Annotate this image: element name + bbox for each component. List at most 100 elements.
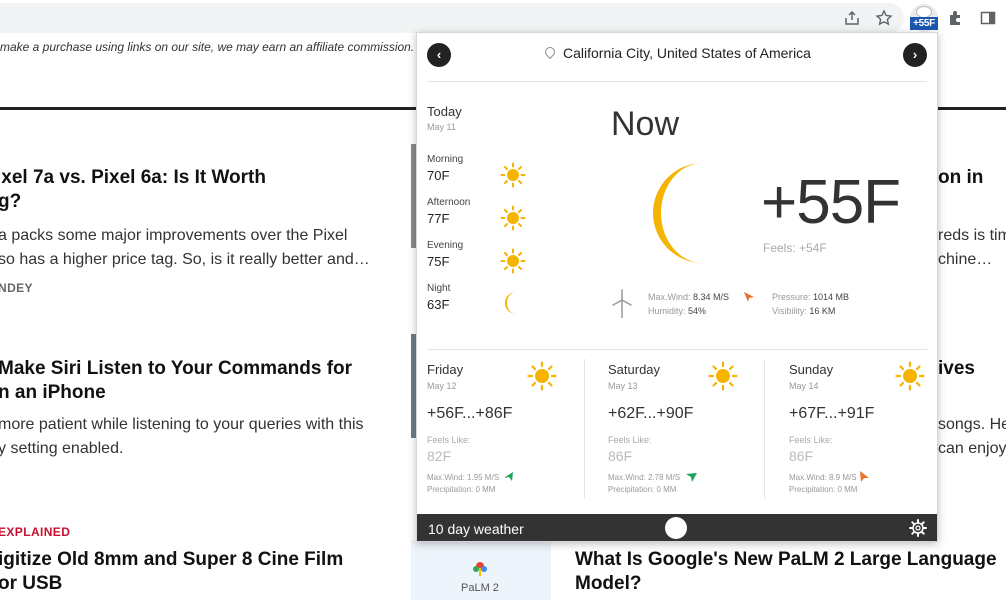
day-separator [584,359,585,499]
article-title-fragment[interactable]: ives [938,357,975,381]
location-header: California City, United States of Americ… [417,44,937,61]
daypart-name: Night [427,283,451,294]
divider [427,81,927,82]
temp-range: +56F...+86F [427,405,513,422]
settings-gear-icon[interactable] [909,519,927,537]
article-desc-fragment: chine… [938,251,993,268]
article-title-cont[interactable]: n an iPhone [0,381,106,405]
moon-icon [653,163,703,263]
moon-icon [505,292,516,314]
wind-direction-icon [504,472,513,481]
current-temperature: +55F [761,168,901,237]
precipitation: Precipitation: 0 MM [789,485,858,494]
weather-logo-icon[interactable] [665,517,687,539]
daypart-name: Evening [427,240,464,251]
thumb-label: PaLM 2 [461,582,499,594]
precipitation: Precipitation: 0 MM [608,485,677,494]
wind-direction-icon [686,473,697,482]
stat-label: Pressure: [772,292,811,302]
feels-like-label: Feels Like: [427,435,471,445]
max-wind: Max.Wind: 1.95 M/S [427,473,500,482]
article-desc-fragment: can enjoy [938,440,1006,457]
article-title-cont[interactable]: or USB [0,572,62,596]
feels-like: Feels: +54F [763,241,827,255]
forecast-day-sunday[interactable]: Sunday May 14 +67F...+91F Feels Like: 86… [779,349,937,515]
popup-footer: 10 day weather [417,514,937,541]
temp-range: +67F...+91F [789,405,875,422]
now-label: Now [611,105,680,143]
article-desc-cont: so has a higher price tag. So, is it rea… [0,251,370,268]
daypart-name: Morning [427,154,464,165]
day-date: May 14 [789,381,819,391]
day-date: May 12 [427,381,457,391]
sun-icon [708,361,738,391]
stat-value: 54% [688,306,707,316]
next-location-button[interactable]: › [903,43,927,67]
article-title-fragment[interactable]: on in [938,166,983,190]
forecast-day-friday[interactable]: Friday May 12 +56F...+86F Feels Like: 82… [417,349,597,515]
palm-logo-icon [473,562,487,576]
feels-like-value: 86F [789,448,814,464]
sun-icon [500,248,526,274]
disclaimer-text: make a purchase using links on our site,… [0,40,415,54]
daypart-temp: 77F [427,211,450,226]
article-category[interactable]: EXPLAINED [0,525,70,539]
article-desc-cont: y setting enabled. [0,440,124,457]
stat-label: Visibility: [772,306,807,316]
side-panel-icon[interactable] [978,8,998,28]
feels-like-label: Feels Like: [608,435,652,445]
article-title-cont[interactable]: Model? [575,572,642,596]
article-title-cont[interactable]: g? [0,190,21,214]
affiliate-disclaimer: make a purchase using links on our site,… [0,40,433,54]
day-name: Friday [427,362,464,377]
stat-label: Max.Wind: [648,292,691,302]
pressure-stat: Pressure: 1014 MB [772,292,849,302]
feels-like-value: 82F [427,448,452,464]
address-bar[interactable] [0,3,904,33]
article-author[interactable]: NDEY [0,281,33,295]
max-wind: Max.Wind: 2.78 M/S [608,473,681,482]
wind-direction-icon [744,292,754,302]
browser-toolbar: +55F [0,0,1006,36]
stat-value: 8.34 M/S [693,292,730,302]
location-name[interactable]: California City, United States of Americ… [563,45,811,61]
daypart-temp: 70F [427,168,450,183]
daypart-name: Afternoon [427,197,471,208]
forecast-day-saturday[interactable]: Saturday May 13 +62F...+90F Feels Like: … [598,349,778,515]
daypart-temp: 63F [427,297,450,312]
stat-value: 16 KM [809,306,836,316]
today-label: Today [427,104,462,119]
weather-popup: ‹ California City, United States of Amer… [416,32,938,542]
max-wind-stat: Max.Wind: 8.34 M/S [648,292,729,302]
article-thumbnail-palm[interactable]: PaLM 2 [411,540,551,600]
stat-value: 1014 MB [813,292,850,302]
day-separator [764,359,765,499]
daypart-evening: Evening 75F [427,240,463,269]
day-name: Sunday [789,362,834,377]
sun-icon [500,162,526,188]
stat-label: Humidity: [648,306,686,316]
sun-icon [895,361,925,391]
ten-day-weather-link[interactable]: 10 day weather [428,521,524,537]
visibility-stat: Visibility: 16 KM [772,306,835,316]
article-title[interactable]: What Is Google's New PaLM 2 Large Langua… [575,548,997,572]
daypart-temp: 75F [427,254,450,269]
extensions-puzzle-icon[interactable] [946,8,966,28]
sun-icon [500,205,526,231]
article-title[interactable]: Make Siri Listen to Your Commands for [0,357,352,381]
share-icon[interactable] [842,8,862,28]
wind-turbine-icon [612,289,632,318]
article-title[interactable]: igitize Old 8mm and Super 8 Cine Film [0,548,343,572]
humidity-stat: Humidity: 54% [648,306,706,316]
daypart-night: Night 63F [427,283,450,312]
bookmark-star-icon[interactable] [874,8,894,28]
max-wind: Max.Wind: 8.9 M/S [789,473,857,482]
day-date: May 13 [608,381,638,391]
precipitation: Precipitation: 0 MM [427,485,496,494]
wind-direction-icon [860,471,869,482]
article-desc: a packs some major improvements over the… [0,227,348,244]
feels-like-value: 86F [608,448,633,464]
location-pin-icon [542,44,558,60]
extension-temp-badge: +55F [910,17,938,30]
article-title[interactable]: ixel 7a vs. Pixel 6a: Is It Worth [0,166,266,190]
